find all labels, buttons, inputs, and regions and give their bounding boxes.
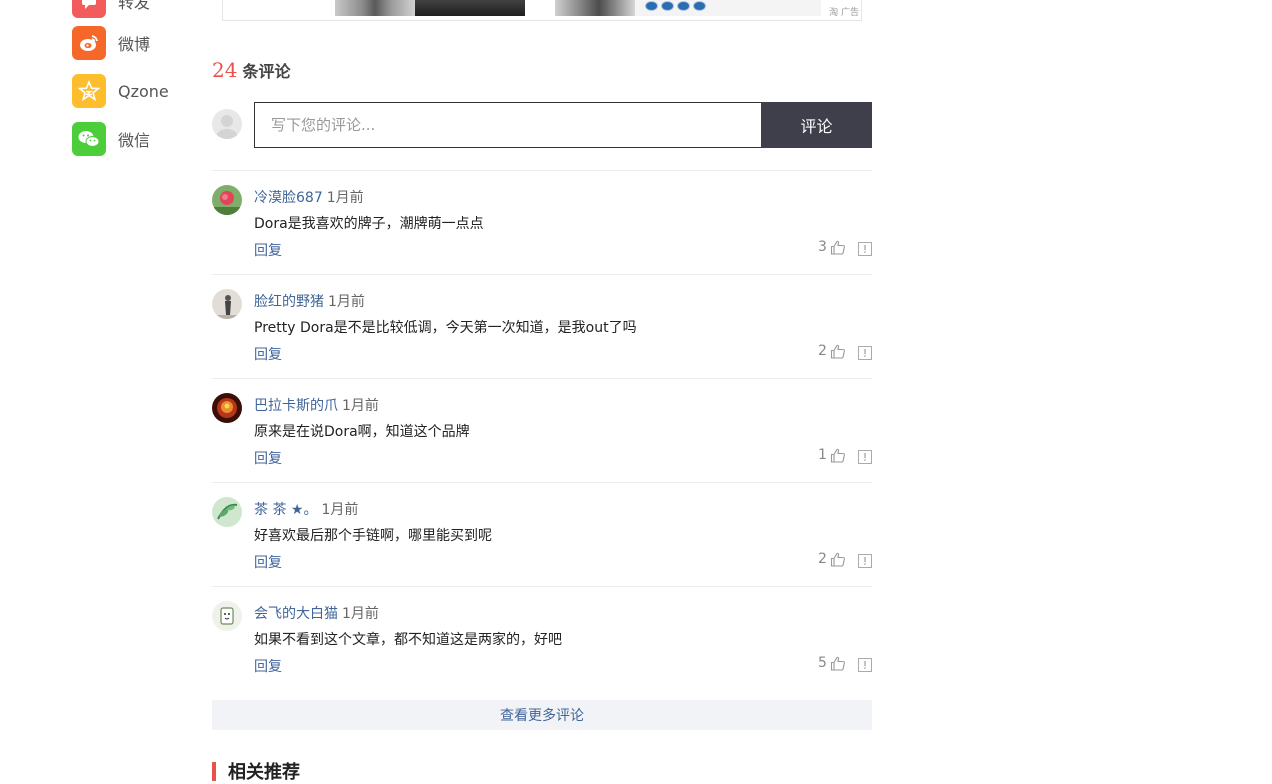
comments-heading: 24 条评论	[212, 58, 290, 82]
ad-thumb-image[interactable]	[555, 0, 635, 16]
avatar	[212, 109, 242, 139]
thumbs-up-icon	[830, 240, 845, 255]
share-wechat[interactable]: 微信	[72, 122, 150, 156]
like-button[interactable]: 5	[818, 655, 846, 671]
thumbs-up-icon	[830, 448, 845, 463]
comment-text: Dora是我喜欢的牌子，潮牌萌一点点	[254, 216, 484, 232]
ad-rating	[635, 0, 821, 16]
avatar[interactable]	[212, 185, 242, 215]
like-button[interactable]: 2	[818, 551, 846, 567]
comment-input-row: 评论	[212, 102, 872, 148]
like-button[interactable]: 1	[818, 447, 846, 463]
reply-button[interactable]: 回复	[254, 344, 282, 364]
comment-item: 巴拉卡斯的爪 1月前 原来是在说Dora啊，知道这个品牌 回复 1	[212, 378, 872, 482]
avatar[interactable]	[212, 289, 242, 319]
rating-gem-icon	[645, 1, 658, 11]
comment-author[interactable]: 会飞的大白猫	[254, 606, 338, 622]
related-title: 相关推荐	[228, 762, 300, 783]
comment-list: 冷漠脸687 1月前 Dora是我喜欢的牌子，潮牌萌一点点 回复 3 脸红的野猪 1…	[212, 170, 872, 690]
comment-author[interactable]: 巴拉卡斯的爪	[254, 398, 338, 414]
submit-comment-button[interactable]: 评论	[761, 102, 872, 148]
comment-time: 1月前	[321, 502, 359, 518]
comment-meta: 巴拉卡斯的爪 1月前	[254, 395, 379, 415]
comment-count: 24	[212, 58, 238, 82]
qzone-star-icon	[72, 74, 106, 108]
comments-title: 条评论	[242, 62, 291, 81]
comment-meta: 会飞的大白猫 1月前	[254, 603, 379, 623]
thumbs-up-icon	[830, 344, 845, 359]
related-section-heading: 相关推荐	[212, 758, 300, 784]
repost-icon	[72, 0, 106, 18]
share-qzone[interactable]: Qzone	[72, 74, 169, 108]
like-button[interactable]: 2	[818, 343, 846, 359]
avatar[interactable]	[212, 393, 242, 423]
reply-button[interactable]: 回复	[254, 448, 282, 468]
share-qzone-label: Qzone	[118, 81, 169, 101]
ad-thumb-image[interactable]	[335, 0, 415, 16]
share-weibo-label: 微博	[118, 35, 151, 54]
reply-button[interactable]: 回复	[254, 656, 282, 676]
ad-banner[interactable]: 淘 广告	[222, 0, 862, 21]
comment-time: 1月前	[326, 190, 364, 206]
report-icon[interactable]	[858, 554, 872, 568]
avatar[interactable]	[212, 497, 242, 527]
like-count: 3	[818, 239, 827, 255]
comment-text: 如果不看到这个文章，都不知道这是两家的，好吧	[254, 632, 562, 648]
report-icon[interactable]	[858, 450, 872, 464]
comment-time: 1月前	[328, 294, 365, 310]
comment-text: 好喜欢最后那个手链啊，哪里能买到呢	[254, 528, 492, 544]
comment-author[interactable]: 茶 茶 ★。	[254, 502, 317, 518]
comment-meta: 冷漠脸687 1月前	[254, 187, 364, 207]
comment-item: 会飞的大白猫 1月前 如果不看到这个文章，都不知道这是两家的，好吧 回复 5	[212, 586, 872, 690]
report-icon[interactable]	[858, 346, 872, 360]
comment-input[interactable]	[254, 102, 762, 148]
more-comments-button[interactable]: 查看更多评论	[212, 700, 872, 730]
rating-gem-icon	[693, 1, 706, 11]
like-count: 2	[818, 551, 827, 567]
ad-label: 淘 广告	[827, 8, 861, 19]
weibo-icon	[72, 26, 106, 60]
wechat-icon	[72, 122, 106, 156]
comment-item: 冷漠脸687 1月前 Dora是我喜欢的牌子，潮牌萌一点点 回复 3	[212, 170, 872, 274]
reply-button[interactable]: 回复	[254, 552, 282, 572]
comment-meta: 茶 茶 ★。 1月前	[254, 499, 358, 519]
comment-time: 1月前	[342, 398, 379, 414]
like-count: 5	[818, 655, 827, 671]
like-button[interactable]: 3	[818, 239, 846, 255]
share-repost-label: 转发	[118, 0, 151, 12]
avatar[interactable]	[212, 601, 242, 631]
like-count: 1	[818, 447, 827, 463]
comment-author[interactable]: 冷漠脸687	[254, 190, 323, 206]
thumbs-up-icon	[830, 552, 845, 567]
reply-button[interactable]: 回复	[254, 240, 282, 260]
comment-author[interactable]: 脸红的野猪	[254, 294, 324, 310]
comment-meta: 脸红的野猪 1月前	[254, 291, 365, 311]
comment-time: 1月前	[342, 606, 379, 622]
report-icon[interactable]	[858, 242, 872, 256]
rating-gem-icon	[677, 1, 690, 11]
share-wechat-label: 微信	[118, 131, 151, 150]
like-count: 2	[818, 343, 827, 359]
ad-thumb-image[interactable]	[415, 0, 525, 16]
thumbs-up-icon	[830, 656, 845, 671]
comment-item: 茶 茶 ★。 1月前 好喜欢最后那个手链啊，哪里能买到呢 回复 2	[212, 482, 872, 586]
rating-gem-icon	[661, 1, 674, 11]
share-weibo[interactable]: 微博	[72, 26, 150, 60]
comment-text: Pretty Dora是不是比较低调，今天第一次知道，是我out了吗	[254, 320, 637, 336]
share-repost[interactable]: 转发	[72, 0, 150, 18]
comment-text: 原来是在说Dora啊，知道这个品牌	[254, 424, 470, 440]
comment-item: 脸红的野猪 1月前 Pretty Dora是不是比较低调，今天第一次知道，是我ou…	[212, 274, 872, 378]
report-icon[interactable]	[858, 658, 872, 672]
